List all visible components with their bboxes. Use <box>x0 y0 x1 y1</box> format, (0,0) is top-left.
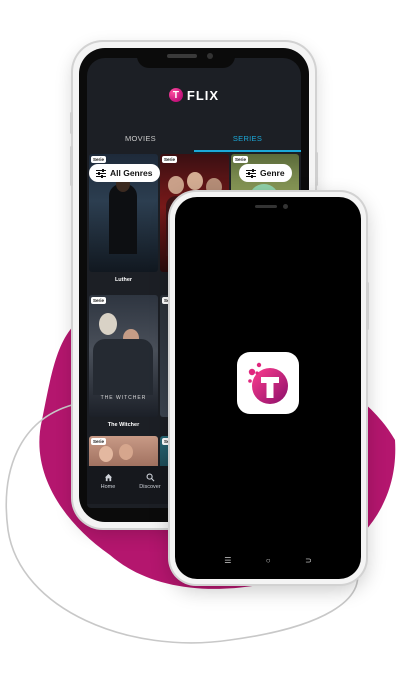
front-phone: ☰ ○ ⊃ <box>170 192 369 584</box>
system-navigation-bar: ☰ ○ ⊃ <box>175 553 361 567</box>
nav-discover-label: Discover <box>139 484 161 490</box>
genre-label: Genre <box>260 168 285 178</box>
tune-icon <box>96 168 106 178</box>
all-genres-label: All Genres <box>110 168 153 178</box>
tune-icon <box>246 168 256 178</box>
poster-card[interactable]: THE WITCHER Serie <box>89 295 158 417</box>
speaker-icon <box>167 54 197 58</box>
nav-home[interactable]: Home <box>87 466 129 504</box>
phone-side-button <box>70 146 73 186</box>
home-button[interactable]: ○ <box>266 556 271 565</box>
series-badge: Serie <box>162 156 178 163</box>
tab-bar: MOVIES SERIES <box>87 130 301 152</box>
nav-home-label: Home <box>100 484 116 490</box>
poster-title: Luther <box>114 277 133 283</box>
phone-side-button <box>315 152 318 186</box>
series-badge: Serie <box>91 297 107 304</box>
search-icon <box>146 470 155 484</box>
flix-logo-icon[interactable] <box>237 352 299 414</box>
phone-side-button <box>366 282 369 330</box>
splash-screen: ☰ ○ ⊃ <box>175 197 361 579</box>
nav-discover[interactable]: Discover <box>129 466 171 504</box>
app-title: FLIX <box>186 87 220 103</box>
tab-series[interactable]: SERIES <box>194 130 301 152</box>
home-icon <box>104 470 113 484</box>
logo-icon: T <box>168 88 183 102</box>
tab-movies[interactable]: MOVIES <box>87 130 194 152</box>
series-badge: Serie <box>91 156 107 163</box>
camera-icon <box>207 53 213 59</box>
all-genres-filter[interactable]: All Genres <box>89 164 160 182</box>
phone-notch <box>221 197 315 217</box>
app-logo: T FLIX <box>87 84 301 106</box>
back-button[interactable]: ⊃ <box>305 556 312 565</box>
camera-icon <box>283 204 288 209</box>
phone-side-button <box>70 112 73 134</box>
series-badge: Serie <box>91 438 107 445</box>
recent-apps-button[interactable]: ☰ <box>224 556 231 565</box>
speaker-icon <box>255 205 277 208</box>
phone-notch <box>137 48 235 68</box>
series-badge: Serie <box>233 156 249 163</box>
poster-title: The Witcher <box>107 422 140 428</box>
genre-filter[interactable]: Genre <box>239 164 292 182</box>
